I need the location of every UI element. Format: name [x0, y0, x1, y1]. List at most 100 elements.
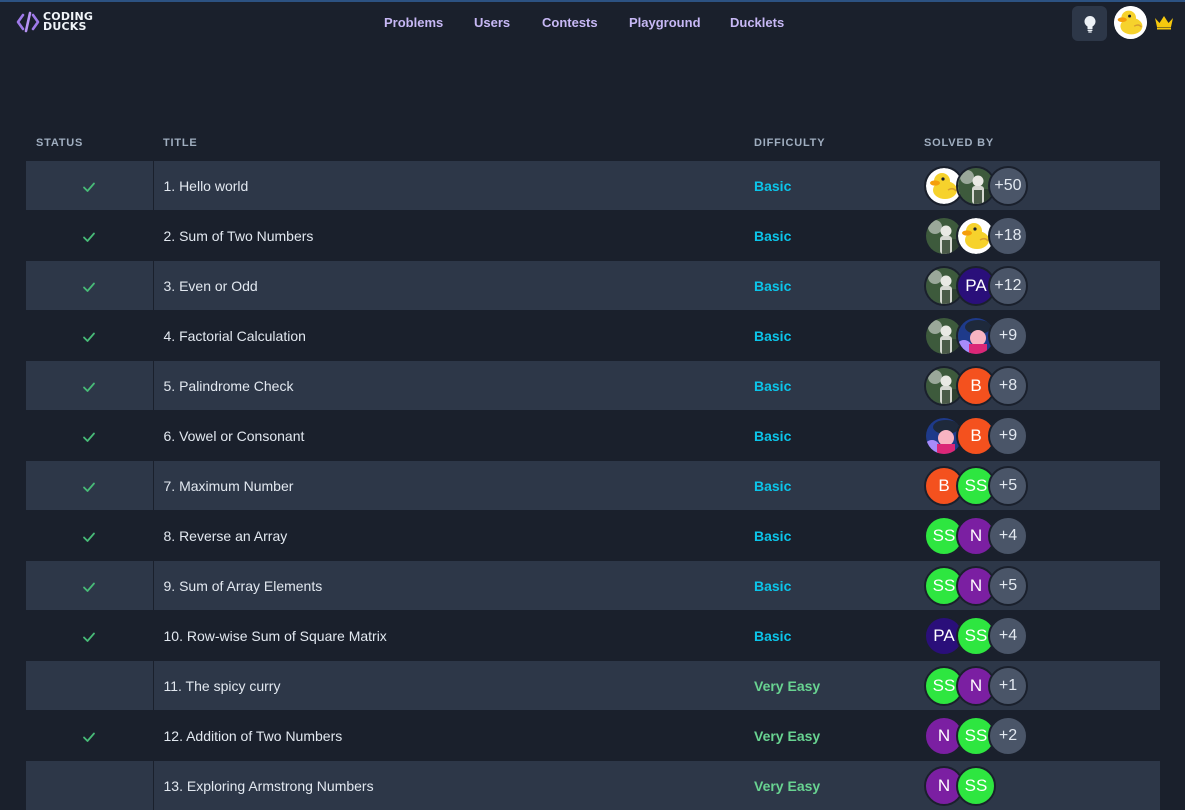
more-solvers-count[interactable]: +4 [988, 516, 1028, 556]
status-cell [26, 311, 153, 361]
more-solvers-count[interactable]: +18 [988, 216, 1028, 256]
more-solvers-count[interactable]: +2 [988, 716, 1028, 756]
check-icon [82, 330, 96, 344]
nav-problems[interactable]: Problems [384, 15, 443, 30]
crown-icon [1154, 14, 1174, 30]
check-icon [82, 580, 96, 594]
table-row[interactable]: 1. Hello world Basic +50 [26, 161, 1160, 211]
solver-avatar-group[interactable]: NSS [924, 766, 1150, 806]
more-solvers-count[interactable]: +12 [988, 266, 1028, 306]
solver-avatar-group[interactable]: B+8 [924, 366, 1150, 406]
check-icon [82, 530, 96, 544]
table-row[interactable]: 9. Sum of Array ElementsBasicSSN+5 [26, 561, 1160, 611]
more-solvers-count[interactable]: +9 [988, 316, 1028, 356]
problem-title-link[interactable]: 2. Sum of Two Numbers [164, 228, 314, 244]
more-solvers-count[interactable]: +8 [988, 366, 1028, 406]
check-icon [82, 230, 96, 244]
solved-by-cell: SSN+5 [914, 561, 1160, 611]
table-row[interactable]: 11. The spicy curry Very EasySSN+1 [26, 661, 1160, 711]
more-solvers-count[interactable]: +50 [988, 166, 1028, 206]
nav-contests[interactable]: Contests [542, 15, 598, 30]
table-row[interactable]: 2. Sum of Two NumbersBasic+18 [26, 211, 1160, 261]
difficulty-cell: Basic [744, 261, 914, 311]
solver-avatar-group[interactable]: +18 [924, 216, 1150, 256]
check-icon [82, 630, 96, 644]
solved-by-cell: NSS+2 [914, 711, 1160, 761]
solver-avatar-group[interactable]: SSN+1 [924, 666, 1150, 706]
tips-button[interactable] [1072, 6, 1107, 41]
difficulty-badge: Basic [754, 328, 791, 344]
solved-by-cell: +9 [914, 311, 1160, 361]
nav-playground[interactable]: Playground [629, 15, 701, 30]
title-cell: 11. The spicy curry [153, 661, 744, 711]
title-cell: 4. Factorial Calculation [153, 311, 744, 361]
solver-avatar-group[interactable]: NSS+2 [924, 716, 1150, 756]
table-row[interactable]: 8. Reverse an Array Basic SSN+4 [26, 511, 1160, 561]
solver-avatar-group[interactable]: PASS+4 [924, 616, 1150, 656]
solver-avatar-group[interactable]: SSN+4 [924, 516, 1150, 556]
check-icon [82, 430, 96, 444]
solved-by-cell: PASS+4 [914, 611, 1160, 661]
problem-title-link[interactable]: 1. Hello world [164, 178, 249, 194]
difficulty-cell: Basic [744, 511, 914, 561]
problem-title-link[interactable]: 13. Exploring Armstrong Numbers [164, 778, 374, 794]
check-icon [82, 280, 96, 294]
more-solvers-count[interactable]: +5 [988, 466, 1028, 506]
solver-avatar-initials[interactable]: SS [956, 766, 996, 806]
nav-ducklets[interactable]: Ducklets [730, 15, 784, 30]
status-cell [26, 561, 153, 611]
problem-title-link[interactable]: 11. The spicy curry [164, 678, 281, 694]
more-solvers-count[interactable]: +9 [988, 416, 1028, 456]
solver-avatar-group[interactable]: +50 [924, 166, 1150, 206]
check-icon [82, 730, 96, 744]
table-row[interactable]: 12. Addition of Two Numbers Very EasyNSS+… [26, 711, 1160, 761]
navbar: CODING DUCKS Problems Users Contests Pla… [0, 2, 1185, 42]
solver-avatar-group[interactable]: B+9 [924, 416, 1150, 456]
more-solvers-count[interactable]: +1 [988, 666, 1028, 706]
difficulty-badge: Basic [754, 528, 791, 544]
title-cell: 5. Palindrome Check [153, 361, 744, 411]
problem-title-link[interactable]: 6. Vowel or Consonant [164, 428, 305, 444]
status-cell [26, 711, 153, 761]
title-cell: 1. Hello world [153, 161, 744, 211]
problem-title-link[interactable]: 4. Factorial Calculation [164, 328, 306, 344]
solver-avatar-group[interactable]: BSS+5 [924, 466, 1150, 506]
problem-title-link[interactable]: 3. Even or Odd [164, 278, 258, 294]
more-solvers-count[interactable]: +4 [988, 616, 1028, 656]
solver-avatar-group[interactable]: +9 [924, 316, 1150, 356]
solver-avatar-group[interactable]: SSN+5 [924, 566, 1150, 606]
difficulty-cell: Very Easy [744, 661, 914, 711]
title-cell: 10. Row-wise Sum of Square Matrix [153, 611, 744, 661]
solver-avatar-group[interactable]: PA+12 [924, 266, 1150, 306]
problem-title-link[interactable]: 7. Maximum Number [164, 478, 294, 494]
problem-title-link[interactable]: 8. Reverse an Array [164, 528, 288, 544]
difficulty-badge: Basic [754, 278, 791, 294]
table-row[interactable]: 5. Palindrome Check Basic B+8 [26, 361, 1160, 411]
title-cell: 13. Exploring Armstrong Numbers [153, 761, 744, 810]
solved-by-cell: NSS [914, 761, 1160, 810]
user-avatar[interactable] [1114, 6, 1147, 39]
title-cell: 3. Even or Odd [153, 261, 744, 311]
table-row[interactable]: 4. Factorial Calculation Basic +9 [26, 311, 1160, 361]
check-icon [82, 180, 96, 194]
difficulty-badge: Basic [754, 628, 791, 644]
difficulty-badge: Basic [754, 378, 791, 394]
problem-title-link[interactable]: 10. Row-wise Sum of Square Matrix [164, 628, 387, 644]
difficulty-badge: Basic [754, 178, 791, 194]
lightbulb-icon [1083, 15, 1097, 33]
table-row[interactable]: 13. Exploring Armstrong NumbersVery Easy… [26, 761, 1160, 810]
solved-by-cell: BSS+5 [914, 461, 1160, 511]
table-row[interactable]: 6. Vowel or ConsonantBasicB+9 [26, 411, 1160, 461]
problem-title-link[interactable]: 9. Sum of Array Elements [164, 578, 323, 594]
problem-title-link[interactable]: 12. Addition of Two Numbers [164, 728, 343, 744]
table-row[interactable]: 3. Even or Odd Basic PA+12 [26, 261, 1160, 311]
nav-users[interactable]: Users [474, 15, 510, 30]
header-difficulty: Difficulty [744, 126, 914, 161]
difficulty-cell: Very Easy [744, 711, 914, 761]
table-row[interactable]: 7. Maximum NumberBasicBSS+5 [26, 461, 1160, 511]
table-row[interactable]: 10. Row-wise Sum of Square Matrix Basic PA… [26, 611, 1160, 661]
problem-title-link[interactable]: 5. Palindrome Check [164, 378, 294, 394]
nav-links: Problems Users Contests Playground Duckl… [0, 15, 1185, 31]
difficulty-cell: Basic [744, 361, 914, 411]
more-solvers-count[interactable]: +5 [988, 566, 1028, 606]
